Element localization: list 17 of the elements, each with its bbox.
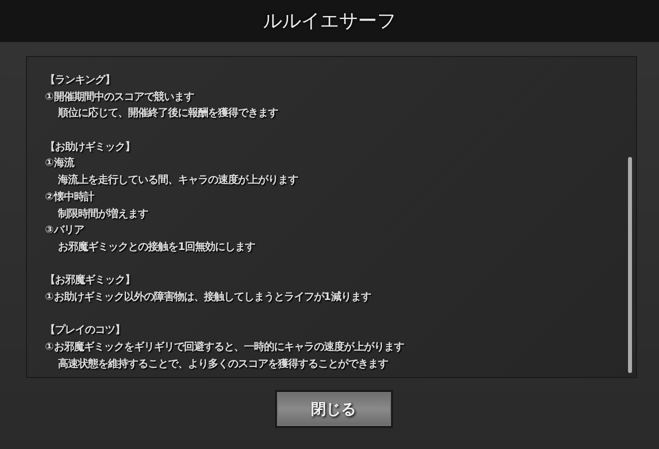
rule-description: 高速状態を維持することで、より多くのスコアを獲得することができます bbox=[58, 358, 388, 370]
section-heading: 【お邪魔ギミック】 bbox=[45, 273, 136, 288]
section-heading: 【お助けギミック】 bbox=[45, 140, 136, 155]
section-heading: 【プレイのコツ】 bbox=[45, 323, 126, 338]
dialog-title: ルルイエサーフ bbox=[263, 8, 396, 34]
rule-description: お邪魔ギミックとの接触を1回無効にします bbox=[58, 240, 256, 253]
close-button[interactable]: 閉じる bbox=[274, 390, 392, 428]
rule-description: 順位に応じて、開催終了後に報酬を獲得できます bbox=[58, 107, 278, 120]
rule-item: ③バリア bbox=[45, 224, 84, 236]
section-heading: 【ランキング】 bbox=[45, 73, 116, 88]
rule-item: ①開催期間中のスコアで競います bbox=[45, 90, 194, 103]
rule-item: ①お助けギミック以外の障害物は、接触してしまうとライフが1減ります bbox=[45, 290, 372, 303]
rule-item: ①海流 bbox=[45, 157, 74, 170]
rule-description: 制限時間が増えます bbox=[58, 208, 148, 220]
rule-item: ①お邪魔ギミックをギリギリで回避すると、一時的にキャラの速度が上がります bbox=[45, 341, 404, 353]
rule-description: 海流上を走行している間、キャラの速度が上がります bbox=[58, 174, 298, 186]
rule-item: ②懐中時計 bbox=[45, 190, 94, 203]
